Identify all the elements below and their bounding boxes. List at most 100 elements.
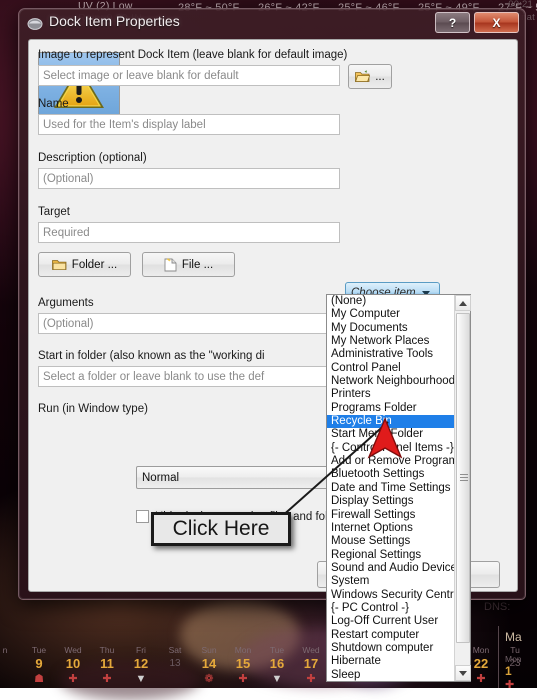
arguments-field-label: Arguments	[38, 297, 94, 309]
start-in-folder-input[interactable]: Select a folder or leave blank to use th…	[38, 366, 340, 387]
browse-image-button[interactable]: ...	[348, 64, 392, 89]
chevron-up-icon	[459, 301, 467, 306]
calendar-day-of-week: Wed	[56, 644, 90, 656]
dropdown-item[interactable]: Control Panel	[327, 362, 455, 375]
calendar-day[interactable]: Tu23	[498, 644, 532, 672]
dropdown-item[interactable]: My Computer	[327, 308, 455, 321]
folder-open-icon	[355, 70, 370, 83]
titlebar-close-button[interactable]: X	[474, 12, 519, 33]
target-field-label: Target	[38, 206, 70, 218]
name-field-label: Name	[38, 98, 69, 110]
dock-item-image-preview[interactable]	[38, 52, 120, 122]
description-field-label: Description (optional)	[38, 152, 147, 164]
dialog-title: Dock Item Properties	[49, 13, 180, 29]
red-arrow-cursor	[367, 417, 403, 461]
click-here-callout: Click Here	[151, 512, 291, 546]
file-button[interactable]: File ...	[142, 252, 235, 277]
calendar-day[interactable]: Tue16▼	[260, 644, 294, 686]
dns-label: DNS:	[484, 601, 510, 613]
calendar-day-number: 12	[124, 656, 158, 672]
calendar-event-icon: ▼	[124, 672, 158, 686]
month-name: Ma	[505, 630, 522, 644]
image-field-label: Image to represent Dock Item (leave blan…	[38, 49, 347, 61]
folder-button-label: Folder ...	[72, 259, 117, 271]
scroll-down-button[interactable]	[455, 665, 471, 681]
calendar-day-of-week: Wed	[294, 644, 328, 656]
dropdown-item[interactable]: System	[327, 575, 455, 588]
folder-icon	[52, 258, 67, 271]
description-field-input[interactable]: (Optional)	[38, 168, 340, 189]
calendar-day[interactable]: Sat13	[158, 644, 192, 672]
arguments-field-input[interactable]: (Optional)	[38, 313, 340, 334]
calendar-event-icon: ✚	[294, 672, 328, 686]
target-field-input[interactable]: Required	[38, 222, 340, 243]
folder-button[interactable]: Folder ...	[38, 252, 131, 277]
file-icon	[164, 258, 177, 272]
dropdown-item[interactable]: Regional Settings	[327, 549, 455, 562]
calendar-day[interactable]: Tue9☗	[22, 644, 56, 686]
dropdown-item[interactable]: Hibernate	[327, 655, 455, 668]
calendar-day-number: 11	[90, 656, 124, 672]
calendar-day[interactable]: Mon15✚	[226, 644, 260, 686]
scroll-up-button[interactable]	[455, 295, 471, 311]
dropdown-item[interactable]: Shutdown computer	[327, 642, 455, 655]
dialog-titlebar[interactable]: Dock Item Properties ? X	[19, 9, 525, 37]
dropdown-item[interactable]: Restart computer	[327, 629, 455, 642]
calendar-day-of-week: Sun	[192, 644, 226, 656]
calendar-day-of-week: Sat	[158, 644, 192, 656]
browse-image-label: ...	[375, 71, 385, 83]
dropdown-item[interactable]: Sound and Audio Device	[327, 562, 455, 575]
dropdown-item[interactable]: Administrative Tools	[327, 348, 455, 361]
calendar-event-icon: ✚	[90, 672, 124, 686]
calendar-event-icon: ✚	[56, 672, 90, 686]
run-window-type-value: Normal	[142, 472, 179, 484]
calendar-day[interactable]: Thu11✚	[90, 644, 124, 686]
calendar-day-number: 13	[158, 656, 192, 672]
titlebar-help-button[interactable]: ?	[435, 12, 470, 33]
dropdown-item[interactable]: {- PC Control -}	[327, 602, 455, 615]
dropdown-item[interactable]: Sleep	[327, 669, 455, 681]
chevron-down-icon	[459, 671, 467, 676]
dropdown-item[interactable]: My Documents	[327, 322, 455, 335]
calendar-day-of-week: Fri	[124, 644, 158, 656]
calendar-event-icon: ▼	[260, 672, 294, 686]
calendar-event-icon: ✚	[226, 672, 260, 686]
calendar-day-number: 23	[498, 656, 532, 672]
calendar-event-icon: ☗	[22, 672, 56, 686]
start-in-folder-label: Start in folder (also known as the "work…	[38, 350, 265, 362]
dropdown-item[interactable]: (None)	[327, 295, 455, 308]
scrollbar-thumb[interactable]	[456, 313, 470, 643]
dropdown-item[interactable]: Windows Security Centre	[327, 589, 455, 602]
image-field-input[interactable]: Select image or leave blank for default	[38, 65, 340, 86]
calendar-day-number: 9	[22, 656, 56, 672]
calendar-day-number: 14	[192, 656, 226, 672]
calendar-day[interactable]: Wed17✚	[294, 644, 328, 686]
calendar-day[interactable]: n	[0, 644, 22, 656]
calendar-day-of-week: Tue	[22, 644, 56, 656]
calendar-day-of-week: Thu	[90, 644, 124, 656]
dropdown-item[interactable]: My Network Places	[327, 335, 455, 348]
calendar-event-icon: ❁	[192, 672, 226, 686]
dropdown-item[interactable]: Network Neighbourhood	[327, 375, 455, 388]
calendar-day[interactable]: Sun14❁	[192, 644, 226, 686]
dropdown-item[interactable]: Printers	[327, 388, 455, 401]
calendar-day-of-week: n	[0, 644, 22, 656]
dropdown-item[interactable]: Mouse Settings	[327, 535, 455, 548]
calendar-day-of-week: Mon	[226, 644, 260, 656]
calendar-day-of-week: Tu	[498, 644, 532, 656]
name-field-input[interactable]: Used for the Item's display label	[38, 114, 340, 135]
dropdown-item[interactable]: Internet Options	[327, 522, 455, 535]
calendar-day[interactable]: Wed10✚	[56, 644, 90, 686]
hide-dock-checkbox[interactable]	[136, 510, 149, 523]
scrollbar-grip-icon	[460, 474, 468, 481]
calendar-day-number: 17	[294, 656, 328, 672]
dropdown-item[interactable]: Log-Off Current User	[327, 615, 455, 628]
calendar-day-number: 15	[226, 656, 260, 672]
calendar-day-number: 16	[260, 656, 294, 672]
dropdown-item[interactable]: Programs Folder	[327, 402, 455, 415]
calendar-day[interactable]: Fri12▼	[124, 644, 158, 686]
dropdown-scrollbar[interactable]	[454, 295, 470, 681]
calendar-day-number: 10	[56, 656, 90, 672]
calendar-day-of-week: Tue	[260, 644, 294, 656]
run-window-type-label: Run (in Window type)	[38, 403, 148, 415]
